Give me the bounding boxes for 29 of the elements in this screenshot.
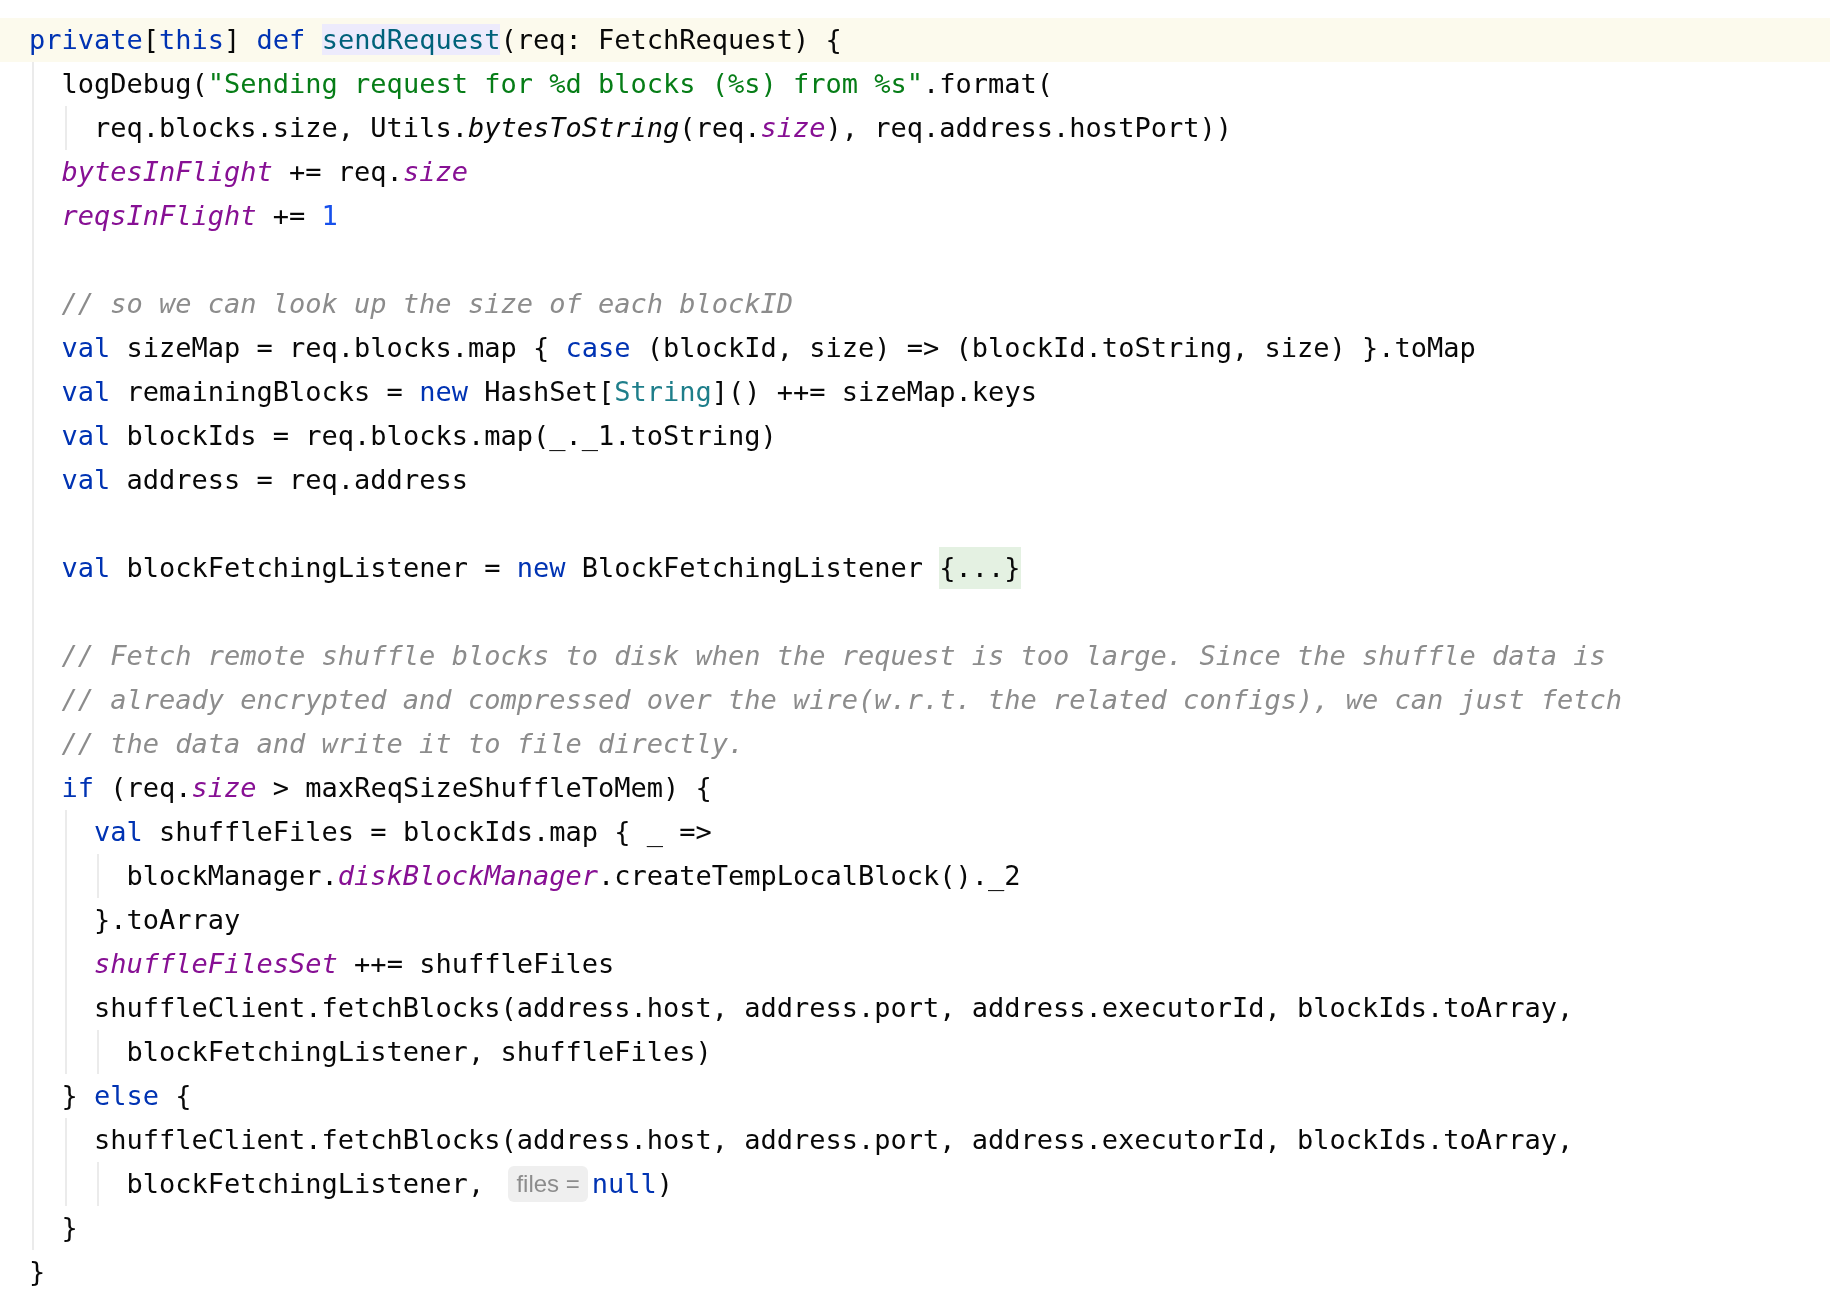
code-text: req.blocks.size, Utils.bytesToString(req.size), req.address.hostPort)) (94, 111, 1232, 145)
code-text: blockFetchingListener, shuffleFiles) (126, 1035, 712, 1069)
code-text: logDebug("Sending request for %d blocks (%s) from %s".format( (61, 67, 1054, 101)
code-text: } (61, 1211, 78, 1245)
code-text: reqsInFlight += 1 (61, 199, 338, 233)
code-text: val address = req.address (61, 463, 468, 497)
code-text: shuffleFilesSet ++= shuffleFiles (94, 947, 615, 981)
code-text: }.toArray (94, 903, 241, 937)
code-text: if (req.size > maxReqSizeShuffleToMem) { (61, 771, 712, 805)
code-text: } (29, 1255, 46, 1289)
code-text: val remainingBlocks = new HashSet[String]() ++= sizeMap.keys (61, 375, 1037, 409)
code-text: shuffleClient.fetchBlocks(address.host, address.port, address.executorId, blockIds.toArray, (94, 991, 1574, 1025)
folded-code-marker[interactable]: {...} (939, 547, 1021, 589)
code-text: // Fetch remote shuffle blocks to disk when the request is too large. Since the shuffle data is (61, 639, 1606, 673)
code-text: // the data and write it to file directly. (61, 727, 745, 761)
code-text: // already encrypted and compressed over the wire(w.r.t. the related configs), we can just fetch (61, 683, 1622, 717)
code-text: val sizeMap = req.blocks.map { case (blockId, size) => (blockId.toString, size) }.toMap (61, 331, 1476, 365)
code-text: } else { (61, 1079, 192, 1113)
code-text: private[this] def sendRequest(req: FetchRequest) { (29, 23, 842, 57)
code-text: val blockIds = req.blocks.map(_._1.toString) (61, 419, 777, 453)
code-text: val shuffleFiles = blockIds.map { _ => (94, 815, 712, 849)
code-text: blockManager.diskBlockManager.createTempLocalBlock()._2 (126, 859, 1021, 893)
code-text: shuffleClient.fetchBlocks(address.host, address.port, address.executorId, blockIds.toArray, (94, 1123, 1574, 1157)
code-text: // so we can look up the size of each blockID (61, 287, 793, 321)
code-text: val blockFetchingListener = new BlockFetchingListener (61, 551, 925, 585)
code-text: null) (591, 1167, 674, 1201)
parameter-hint: files = (508, 1166, 588, 1202)
code-text: blockFetchingListener, (126, 1167, 486, 1201)
code-text: bytesInFlight += req.size (61, 155, 468, 189)
